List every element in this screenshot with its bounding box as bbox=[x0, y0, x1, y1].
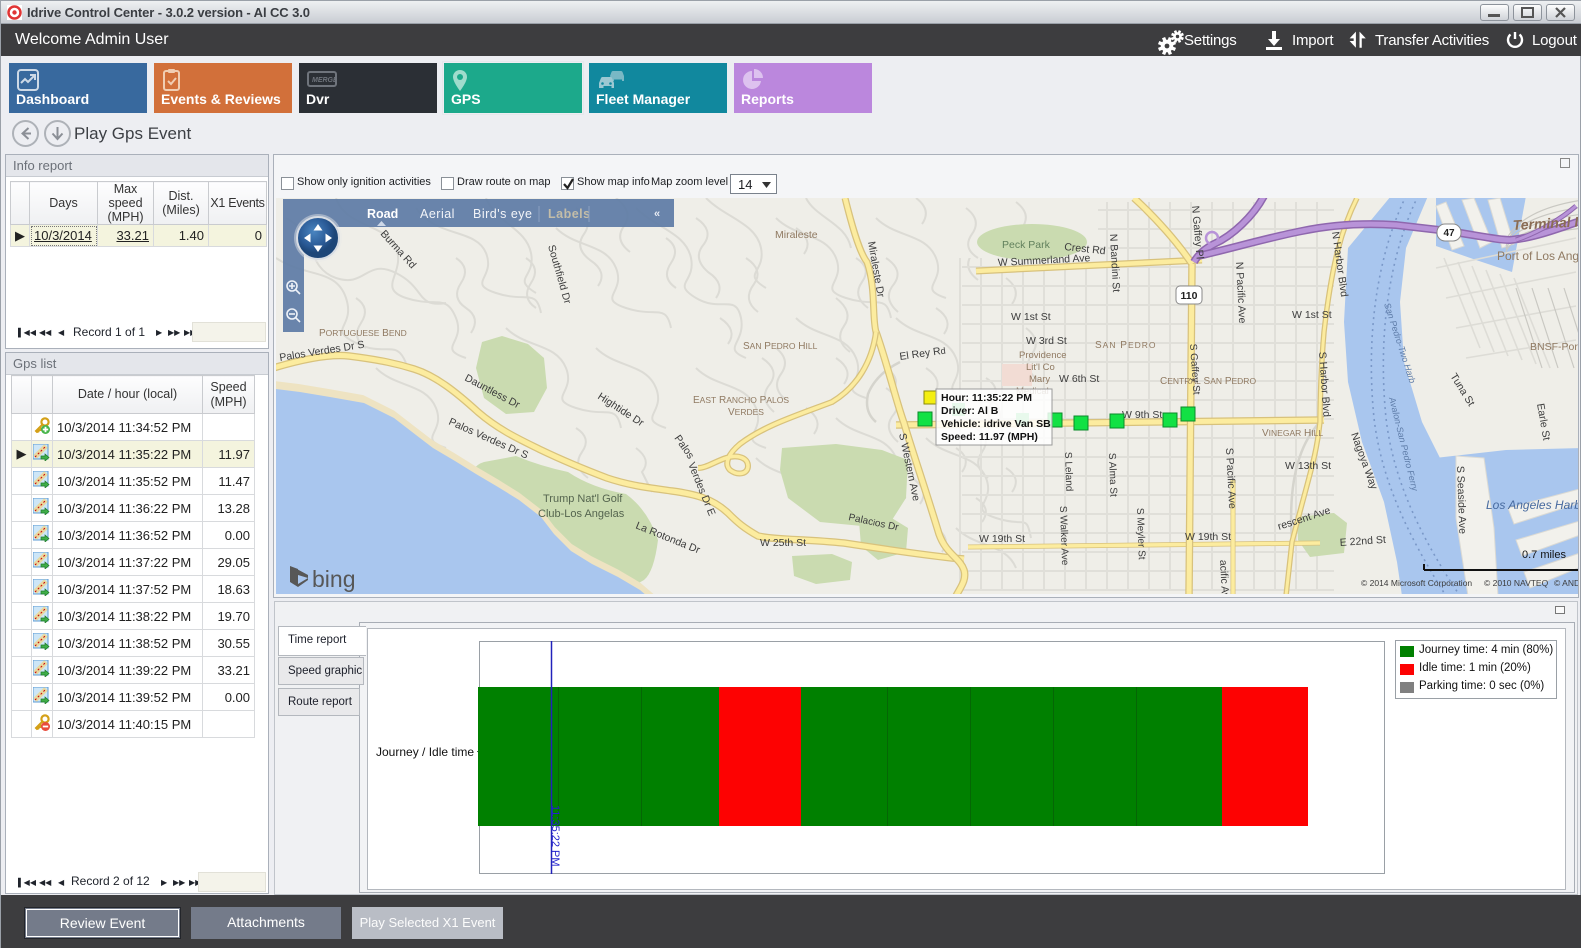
svg-text:Vehicle: idrive Van SB: Vehicle: idrive Van SB bbox=[941, 418, 1051, 430]
svg-text:Hour: 11:35:22 PM: Hour: 11:35:22 PM bbox=[941, 392, 1032, 404]
svg-text:EAST RANCHO PALOS: EAST RANCHO PALOS bbox=[693, 395, 789, 406]
svg-text:W 13th St: W 13th St bbox=[1285, 460, 1331, 472]
svg-text:S Meyler St: S Meyler St bbox=[1134, 508, 1147, 560]
svg-text:bing: bing bbox=[312, 566, 355, 592]
svg-text:CENTRAL SAN PEDRO: CENTRAL SAN PEDRO bbox=[1160, 376, 1256, 387]
svg-text:Driver: Al B: Driver: Al B bbox=[941, 405, 999, 417]
svg-text:W 9th St: W 9th St bbox=[1122, 409, 1162, 421]
svg-text:Peck Park: Peck Park bbox=[1002, 239, 1051, 251]
svg-text:110: 110 bbox=[1181, 290, 1198, 302]
svg-text:W 19th St: W 19th St bbox=[979, 533, 1025, 545]
svg-text:Trump Nat'l Golf: Trump Nat'l Golf bbox=[543, 493, 623, 505]
svg-text:VINEGAR HILL: VINEGAR HILL bbox=[1262, 428, 1323, 439]
svg-text:W 25th St: W 25th St bbox=[760, 537, 806, 549]
svg-text:Lit'l Co: Lit'l Co bbox=[1026, 362, 1055, 373]
svg-text:Terminal Isl: Terminal Isl bbox=[1512, 213, 1578, 233]
svg-text:Road: Road bbox=[367, 207, 398, 221]
svg-text:47: 47 bbox=[1443, 228, 1455, 239]
svg-text:W 19th St: W 19th St bbox=[1185, 531, 1231, 543]
svg-text:Club-Los Angelas: Club-Los Angelas bbox=[538, 508, 625, 520]
svg-text:Mary: Mary bbox=[1029, 374, 1050, 385]
svg-text:0.7 miles: 0.7 miles bbox=[1522, 549, 1567, 561]
svg-text:«: « bbox=[654, 208, 660, 220]
svg-text:Miraleste: Miraleste bbox=[775, 229, 818, 241]
svg-text:SAN PEDRO: SAN PEDRO bbox=[1095, 340, 1157, 351]
svg-text:PORTUGUESE BEND: PORTUGUESE BEND bbox=[319, 328, 407, 339]
svg-text:Port of Los Angel: Port of Los Angel bbox=[1497, 249, 1578, 263]
svg-text:Los Angeles Harb: Los Angeles Harb bbox=[1486, 498, 1578, 512]
svg-text:S Walker Ave: S Walker Ave bbox=[1057, 506, 1070, 566]
svg-text:MERGE: MERGE bbox=[312, 77, 337, 84]
svg-text:W 3rd St: W 3rd St bbox=[1026, 335, 1067, 347]
svg-text:Bird's eye: Bird's eye bbox=[473, 207, 533, 221]
svg-text:Providence: Providence bbox=[1019, 350, 1067, 361]
svg-text:© 2014 Microsoft Corporation: © 2014 Microsoft Corporation bbox=[1361, 578, 1472, 588]
svg-text:© AND: © AND bbox=[1554, 578, 1578, 588]
svg-text:SAN PEDRO HILL: SAN PEDRO HILL bbox=[743, 341, 818, 352]
svg-text:S Leland: S Leland bbox=[1062, 452, 1074, 492]
svg-text:W 1st St: W 1st St bbox=[1292, 309, 1332, 321]
svg-text:Labels: Labels bbox=[548, 207, 591, 221]
svg-text:VERDES: VERDES bbox=[728, 407, 764, 418]
svg-text:acific Ave: acific Ave bbox=[1217, 560, 1231, 594]
svg-text:© 2010 NAVTEQ: © 2010 NAVTEQ bbox=[1484, 578, 1549, 588]
svg-text:BNSF-Port: BNSF-Port bbox=[1530, 341, 1578, 353]
svg-text:Speed: 11.97 (MPH): Speed: 11.97 (MPH) bbox=[941, 431, 1038, 443]
svg-text:W 1st St: W 1st St bbox=[1011, 311, 1051, 323]
svg-text:W 6th St: W 6th St bbox=[1059, 373, 1099, 385]
svg-text:S Alma St: S Alma St bbox=[1106, 453, 1119, 497]
svg-text:Aerial: Aerial bbox=[420, 207, 455, 221]
svg-text:S Seaside Ave: S Seaside Ave bbox=[1454, 466, 1468, 535]
